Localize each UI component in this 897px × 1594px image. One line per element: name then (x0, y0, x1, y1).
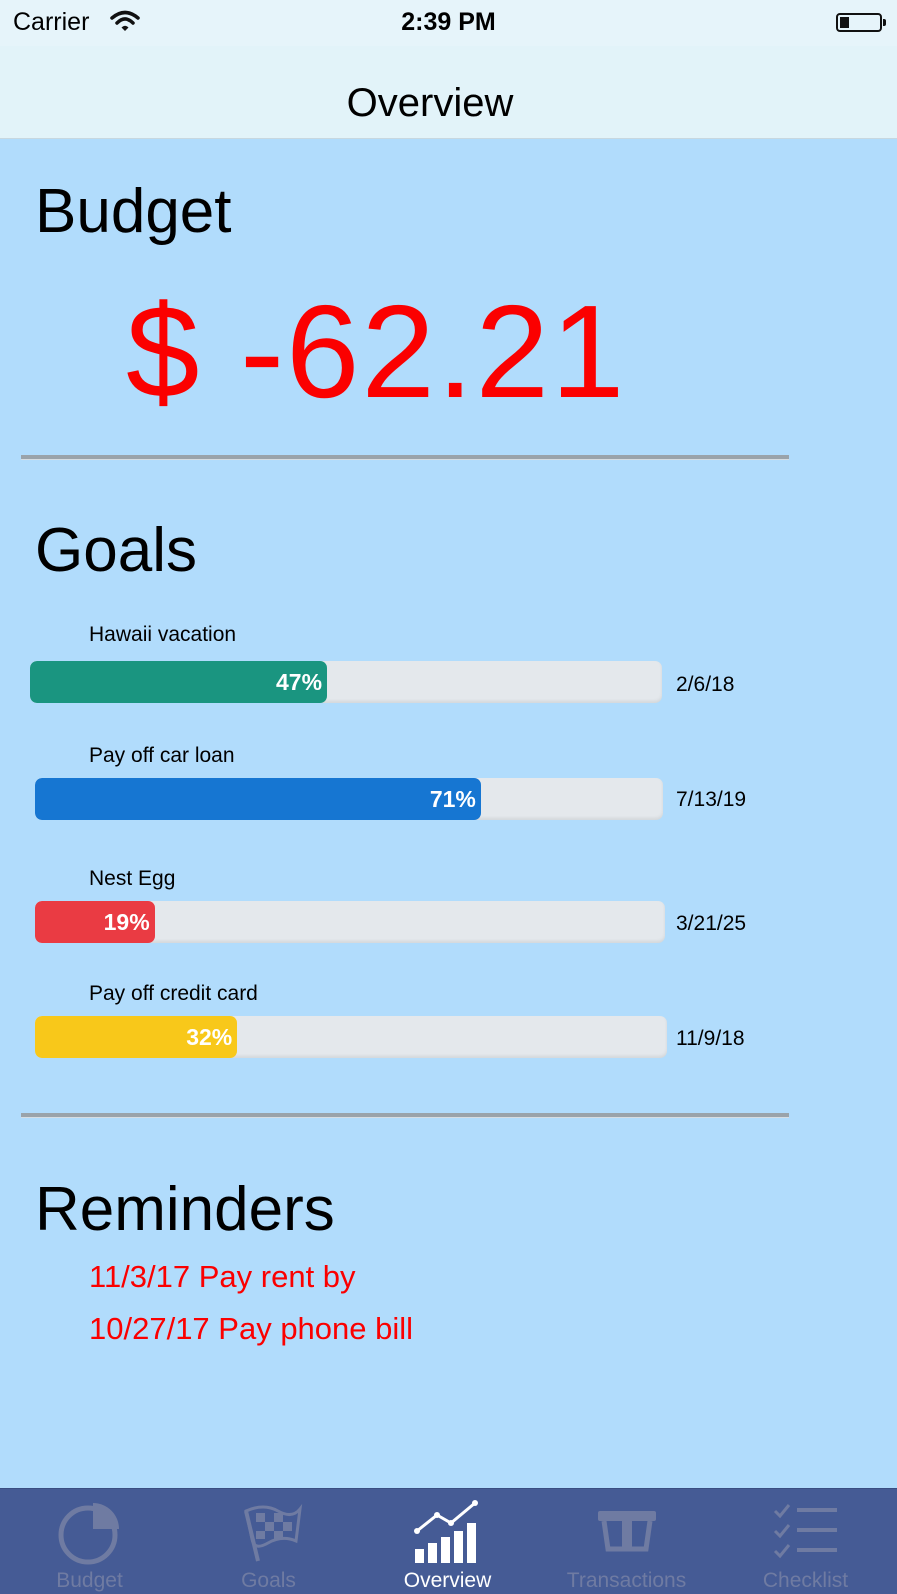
goal-name: Pay off car loan (89, 744, 235, 767)
goal-progress-bar: 19% (35, 901, 665, 943)
goal-name: Hawaii vacation (89, 623, 237, 646)
status-bar: Carrier 2:39 PM (0, 0, 897, 46)
bar-chart-icon (414, 1500, 478, 1563)
goal-progress-fill: 19% (35, 901, 155, 943)
reminders-heading: Reminders (35, 1175, 335, 1244)
tab-label: Transactions (566, 1569, 687, 1592)
tab-bar: Budget Goals Overview Transactions Check… (0, 1488, 897, 1594)
budget-amount: $ -62.21 (126, 278, 627, 425)
goal-percent-label: 71% (429, 786, 476, 812)
page-title: Overview (346, 81, 514, 125)
goal-progress-bar: 47% (30, 661, 662, 703)
tab-goals[interactable]: Goals (179, 1489, 358, 1594)
tab-budget[interactable]: Budget (0, 1489, 179, 1594)
tab-label: Checklist (762, 1569, 849, 1592)
divider (21, 455, 789, 460)
navigation-bar: Overview (0, 46, 897, 139)
goals-heading: Goals (35, 516, 197, 585)
goal-date: 11/9/18 (676, 1027, 745, 1050)
reminder-item[interactable]: 10/27/17 Pay phone bill (89, 1311, 413, 1347)
goal-name: Nest Egg (89, 867, 176, 890)
goal-progress-bar: 71% (35, 778, 663, 820)
tab-transactions[interactable]: Transactions (537, 1489, 716, 1594)
budget-heading: Budget (35, 177, 232, 246)
tab-label: Budget (56, 1569, 123, 1592)
checkered-flag-icon (244, 1503, 303, 1562)
card-icon (598, 1511, 656, 1552)
reminder-item[interactable]: 11/3/17 Pay rent by (89, 1259, 356, 1295)
goal-progress-fill: 47% (30, 661, 328, 703)
goal-date: 2/6/18 (676, 673, 735, 696)
tab-overview[interactable]: Overview (358, 1489, 537, 1594)
goal-name: Pay off credit card (89, 982, 258, 1005)
tab-label: Overview (403, 1569, 492, 1592)
pie-chart-icon (58, 1503, 119, 1565)
checklist-icon (773, 1504, 837, 1559)
battery-icon (836, 13, 886, 32)
goal-progress-fill: 32% (35, 1016, 238, 1058)
goal-date: 7/13/19 (676, 788, 747, 811)
goal-percent-label: 47% (275, 669, 323, 695)
goal-progress-fill: 71% (35, 778, 481, 820)
tab-checklist[interactable]: Checklist (716, 1489, 895, 1594)
tab-label: Goals (241, 1569, 296, 1592)
goal-progress-bar: 32% (35, 1016, 667, 1058)
status-time: 2:39 PM (401, 8, 496, 36)
goal-date: 3/21/25 (676, 912, 747, 935)
goal-percent-label: 32% (186, 1024, 233, 1050)
divider (21, 1113, 789, 1118)
goal-percent-label: 19% (103, 909, 150, 935)
